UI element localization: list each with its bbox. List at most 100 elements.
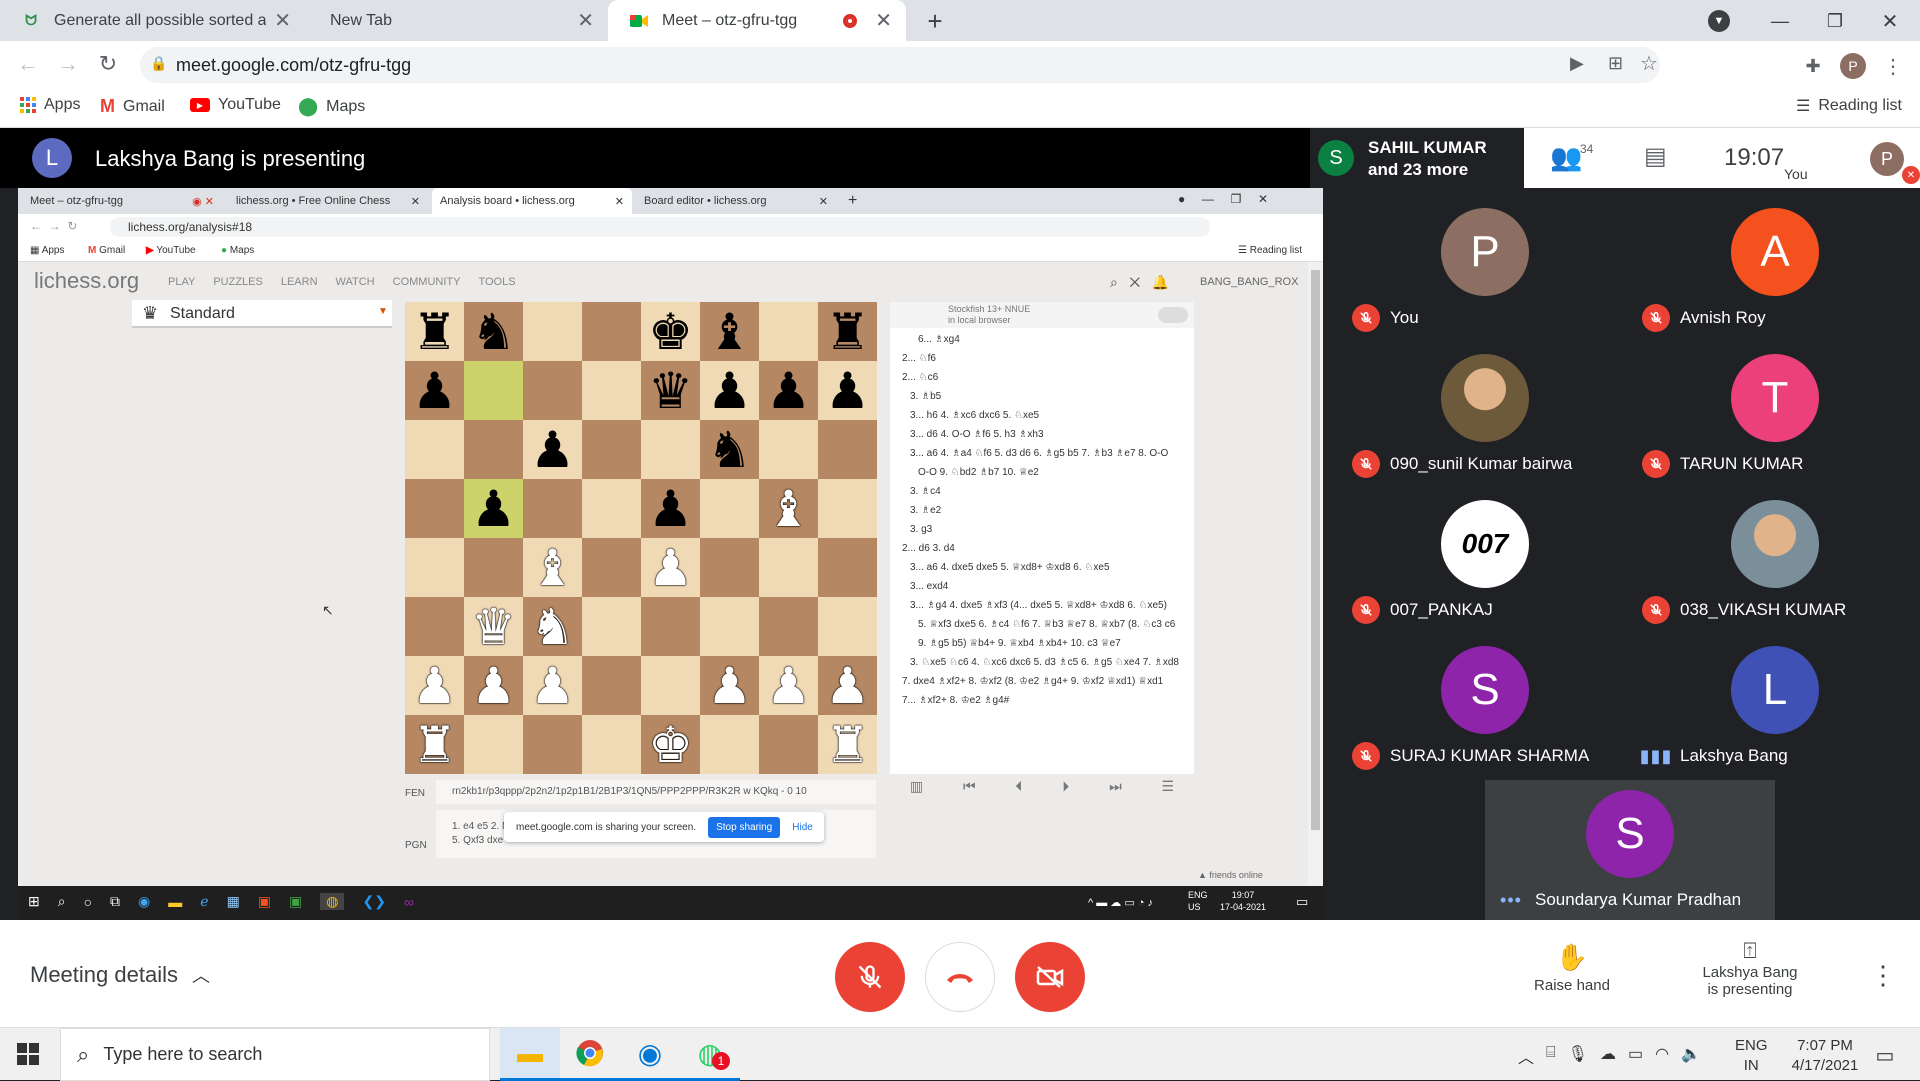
- tab-gfg[interactable]: ᗢ Generate all possible sorted arra ✕: [0, 0, 305, 41]
- raise-hand-button[interactable]: ✋ Raise hand: [1520, 942, 1624, 994]
- taskbar-clock[interactable]: 7:07 PM 4/17/2021: [1775, 1036, 1875, 1076]
- participant-tile[interactable]: S ••• Soundarya Kumar Pradhan: [1485, 780, 1775, 926]
- board-square: ♟: [464, 656, 523, 715]
- explorer-icon: ▬: [168, 893, 183, 910]
- participant-tile[interactable]: T TARUN KUMAR: [1630, 344, 1920, 490]
- close-window-icon[interactable]: ✕: [1875, 6, 1905, 36]
- chrome-icon[interactable]: [560, 1028, 620, 1081]
- new-tab-icon[interactable]: +: [920, 6, 950, 36]
- windows-taskbar: ⌕ Type here to search ▬ ◉ ◍ 1 ︿ ⌸ 🎙 ☁ ▭ …: [0, 1027, 1920, 1081]
- edge-icon[interactable]: ◉: [620, 1028, 680, 1081]
- profile-avatar[interactable]: P: [1840, 53, 1866, 79]
- speaking-indicator-icon: ▮▮▮: [1639, 745, 1673, 766]
- participant-tile[interactable]: 038_VIKASH KUMAR: [1630, 490, 1920, 636]
- window-controls: ● — ❐ ✕: [1178, 192, 1269, 206]
- self-avatar[interactable]: P: [1870, 142, 1904, 176]
- meet-bottom-bar: Meeting details ︿ ✋ Raise hand ⍐ Lakshya…: [0, 920, 1920, 1027]
- move-line: 7... ♗xf2+ 8. ♔e2 ♗g4#: [902, 695, 1010, 706]
- action-center-icon[interactable]: ▭: [1870, 1040, 1900, 1070]
- participant-tile[interactable]: A Avnish Roy: [1630, 198, 1920, 344]
- bookmark-maps[interactable]: ⬤ Maps: [298, 96, 365, 117]
- participant-tile[interactable]: L ▮▮▮ Lakshya Bang: [1630, 636, 1920, 782]
- restore-icon[interactable]: ❐: [1820, 6, 1850, 36]
- install-app-icon[interactable]: ⊞: [1608, 53, 1623, 74]
- bookmark-youtube[interactable]: ▶ YouTube: [190, 96, 281, 114]
- reload-icon[interactable]: ↻: [94, 50, 122, 78]
- more-options-icon[interactable]: ⋮: [1870, 960, 1896, 991]
- forward-icon[interactable]: →: [54, 50, 82, 78]
- close-tab-icon[interactable]: ✕: [577, 8, 594, 33]
- nav-icons: ← → ↻: [30, 219, 78, 233]
- tab-meet[interactable]: Meet – otz-gfru-tgg ✕: [608, 0, 906, 41]
- mic-off-icon: [858, 965, 882, 989]
- microphone-icon[interactable]: 🎙: [1568, 1044, 1588, 1068]
- camera-icon[interactable]: ▶: [1570, 53, 1584, 74]
- windows-start-icon[interactable]: [14, 1040, 42, 1068]
- board-square: ♜: [405, 715, 464, 774]
- taskbar-search[interactable]: ⌕ Type here to search: [60, 1028, 490, 1081]
- battery-icon[interactable]: ▭: [1628, 1044, 1643, 1068]
- move-line: 6... ♗xg4: [918, 334, 960, 345]
- wifi-icon[interactable]: ◠: [1655, 1044, 1669, 1068]
- mic-toggle-button[interactable]: [835, 942, 905, 1012]
- back-icon[interactable]: ←: [14, 50, 42, 78]
- bookmark-gmail[interactable]: M Gmail: [100, 96, 165, 117]
- chess-board: ♜ ♞ ♚ ♝ ♜ ♟ ♛ ♟ ♟ ♟ ♟ ♞ ♟ ♟ ♝ ♝ ♟ ♛ ♞ ♟ ♟ ♟ ♟ ♟ ♟ ♜ ♚ ♜: [405, 302, 877, 774]
- shared-taskbar-icons: ⊞ ⌕ ○ ⧉ ◉ ▬ ℯ ▦ ▣ ▣ ◍ ❮❯ ∞: [28, 893, 414, 910]
- move-line: 3... h6 4. ♗xc6 dxc6 5. ♘xe5: [910, 410, 1040, 421]
- board-square: [759, 538, 818, 597]
- board-square: [641, 597, 700, 656]
- bookmark-star-icon[interactable]: ☆: [1640, 51, 1658, 76]
- meeting-details-button[interactable]: Meeting details ︿: [30, 962, 210, 988]
- close-tab-icon[interactable]: ✕: [274, 8, 291, 33]
- tab-new-tab[interactable]: New Tab ✕: [308, 0, 608, 41]
- tab-search-icon[interactable]: ▼: [1708, 10, 1730, 32]
- minimize-icon[interactable]: —: [1765, 6, 1795, 36]
- reading-list[interactable]: ☰ Reading list: [1796, 96, 1902, 116]
- people-icon[interactable]: 👥: [1550, 142, 1582, 173]
- bookmark-label: Apps: [44, 96, 81, 113]
- chat-icon[interactable]: ▤: [1644, 142, 1667, 171]
- gmail-icon: M: [100, 96, 115, 116]
- show-hidden-icon[interactable]: ︿: [1518, 1044, 1534, 1068]
- participant-avatar: A: [1731, 208, 1819, 296]
- presenter-avatar: L: [32, 138, 72, 178]
- chess-piece: ♝: [530, 538, 575, 597]
- leave-call-button[interactable]: [925, 942, 995, 1012]
- participant-name: Avnish Roy: [1680, 308, 1766, 327]
- participant-tile[interactable]: 090_sunil Kumar bairwa: [1340, 344, 1630, 490]
- chess-piece: ♚: [648, 302, 693, 361]
- extensions-icon[interactable]: ✚: [1800, 53, 1826, 79]
- move-line: 9. ♗g5 b5) ♕b4+ 9. ♕xb4 ♗xb4+ 10. c3 ♕e7: [918, 638, 1121, 649]
- chrome-menu-icon[interactable]: ⋮: [1880, 53, 1906, 79]
- language-indicator[interactable]: ENG IN: [1735, 1036, 1768, 1076]
- whatsapp-icon[interactable]: ◍ 1: [680, 1028, 740, 1081]
- chess-piece: ♟: [530, 656, 575, 715]
- presenting-button[interactable]: ⍐ Lakshya Bang is presenting: [1680, 938, 1820, 998]
- participant-tile[interactable]: 007 007_PANKAJ: [1340, 490, 1630, 636]
- volume-icon[interactable]: 🔈: [1681, 1044, 1701, 1068]
- file-explorer-icon[interactable]: ▬: [500, 1028, 560, 1081]
- notification-badge: 1: [712, 1052, 730, 1070]
- participant-tile[interactable]: P You: [1340, 198, 1630, 344]
- chess-piece: ♜: [412, 302, 457, 361]
- chess-piece: ♛: [471, 597, 516, 656]
- usb-icon[interactable]: ⌸: [1546, 1044, 1556, 1068]
- chess-piece: ♝: [766, 479, 811, 538]
- bookmark-apps[interactable]: Apps: [20, 96, 80, 114]
- participant-name: TARUN KUMAR: [1680, 454, 1804, 473]
- address-bar[interactable]: 🔒 meet.google.com/otz-gfru-tgg ▶ ⊞ ☆: [140, 47, 1660, 83]
- camera-toggle-button[interactable]: [1015, 942, 1085, 1012]
- tab-title: Board editor • lichess.org: [644, 195, 767, 207]
- participant-tile[interactable]: S SURAJ KUMAR SHARMA: [1340, 636, 1630, 782]
- meet-controls-top: 👥 34 ▤ 19:07 You P ✕: [1524, 128, 1920, 188]
- presenting-title: Lakshya Bang is presenting: [95, 146, 366, 171]
- board-square: ♟: [464, 479, 523, 538]
- chess-piece: ♟: [825, 361, 870, 420]
- board-square: ♝: [759, 479, 818, 538]
- bookmark-label: Gmail: [123, 97, 165, 115]
- close-tab-icon[interactable]: ✕: [875, 8, 892, 33]
- onedrive-icon[interactable]: ☁: [1600, 1044, 1616, 1068]
- last-move-icon: ⏭: [1109, 778, 1122, 794]
- nav-tools: TOOLS: [478, 276, 516, 288]
